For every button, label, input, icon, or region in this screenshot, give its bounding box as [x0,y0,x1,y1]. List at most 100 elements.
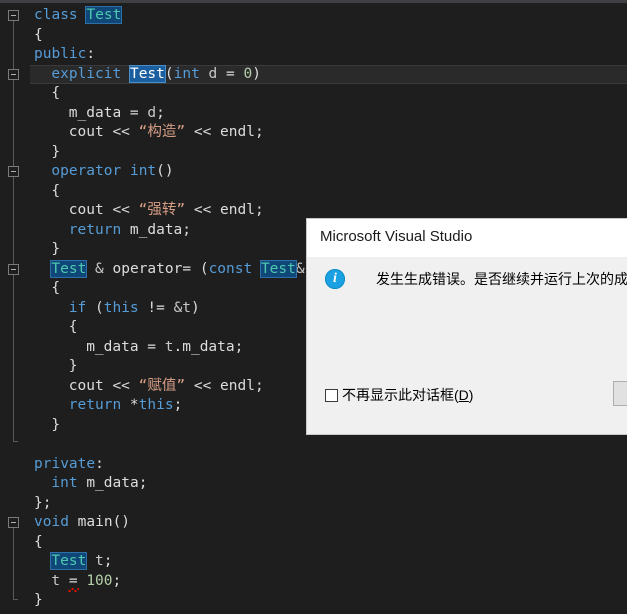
code-line[interactable]: { [30,182,60,202]
code-line[interactable]: } [30,143,60,163]
code-line[interactable]: void main() [30,513,130,533]
dialog-title: Microsoft Visual Studio [320,228,473,245]
code-token: ; [112,572,122,589]
code-line[interactable]: return *this; [30,396,183,416]
do-not-show-again-checkbox[interactable] [325,388,338,402]
code-token: : [95,455,104,472]
code-token: t [164,338,174,355]
code-token: != [138,299,174,316]
code-line[interactable]: } [30,240,60,260]
code-line[interactable]: { [30,84,60,104]
symbol-reference-highlight: Test [85,6,123,24]
code-token: } [34,592,43,608]
code-token: = [68,572,87,589]
code-token: ( [164,65,174,82]
code-token: } [51,143,61,160]
code-token: m_data [86,475,139,491]
symbol-reference-highlight: Test [50,552,88,570]
dialog-yes-button[interactable]: 是(Y) [613,381,627,406]
code-line[interactable]: }; [30,494,51,514]
code-token: << [112,124,139,140]
code-token: ; [234,338,244,355]
code-token: endl [220,202,255,218]
code-token: cout [68,202,113,218]
code-token: endl [220,124,255,140]
code-token: const [208,260,261,277]
collapse-region-toggle[interactable] [8,517,19,528]
code-token: { [51,182,61,199]
code-line[interactable]: return m_data; [30,221,191,241]
code-line[interactable]: operator int() [30,162,173,182]
code-line[interactable]: Test & operator= (const Test& t) [30,259,331,280]
code-token: ; [254,377,264,394]
collapse-region-toggle[interactable] [8,10,19,21]
code-token: private [34,455,96,472]
code-token: explicit [51,65,130,82]
code-token: return [68,397,130,413]
code-token: = [226,65,244,82]
code-line[interactable]: { [30,318,78,338]
code-token: d [147,104,157,121]
code-token: } [51,241,61,257]
code-token: &t [173,299,192,316]
code-token: ; [254,202,264,218]
symbol-reference-highlight: Test [128,64,166,83]
code-line[interactable]: cout << “构造” << endl; [30,123,264,143]
code-structure-guide-end [13,599,18,600]
code-line[interactable]: Test t; [30,552,113,572]
code-line[interactable]: int m_data; [30,474,147,494]
code-token: t [51,572,69,589]
code-line[interactable]: } [30,357,78,377]
code-token: << [112,202,139,218]
code-line[interactable]: } [30,416,60,436]
dialog-message: 发生生成错误。是否继续并运行上次的成功生成? [376,271,627,287]
code-line[interactable]: class Test [30,6,123,26]
code-token: : [86,46,96,62]
code-token: << [112,377,139,394]
code-line[interactable]: if (this != &t) [30,299,200,319]
code-token: & [86,260,113,277]
code-token: * [129,397,139,413]
code-token: class [34,7,87,23]
code-line[interactable] [30,435,34,455]
code-token: 0 [243,65,253,82]
code-line[interactable]: m_data = d; [30,104,165,124]
code-token: { [34,26,43,43]
checkbox-accelerator-key: D [458,387,469,403]
code-token: this [103,299,139,316]
code-token: = [129,104,148,121]
vs-message-dialog[interactable]: Microsoft Visual Studio 发生生成错误。是否继续并运行上次… [307,219,627,434]
code-token: int [173,65,200,82]
code-structure-guide-end [13,441,18,442]
code-token: main [77,514,113,530]
editor-gutter[interactable] [0,3,30,614]
code-token: ; [182,221,192,238]
code-line[interactable]: { [30,279,60,299]
do-not-show-again-label[interactable]: 不再显示此对话框(D) [342,385,473,405]
code-token: ; [254,124,264,140]
code-token: int [51,475,87,491]
code-line[interactable]: { [30,26,43,46]
dialog-titlebar: Microsoft Visual Studio [307,219,627,257]
code-line[interactable]: } [30,591,43,611]
checkbox-label-text: 不再显示此对话框( [342,387,459,403]
code-line[interactable]: public: [30,45,95,65]
code-token: m_data [86,338,148,355]
collapse-region-toggle[interactable] [8,68,19,80]
code-line[interactable]: private: [30,455,104,475]
code-token: ; [138,475,148,491]
code-structure-guide [13,172,14,246]
do-not-show-again-row[interactable]: 不再显示此对话框(D) [325,385,473,405]
code-line[interactable]: { [30,533,43,553]
collapse-region-toggle[interactable] [8,263,19,275]
code-line[interactable]: cout << “赋值” << endl; [30,377,264,397]
collapse-region-toggle[interactable] [8,166,19,177]
code-line[interactable]: explicit Test(int d = 0) [30,64,261,85]
code-token: ; [156,104,165,121]
code-line[interactable]: cout << “强转” << endl; [30,201,264,221]
code-token: } [68,358,78,374]
code-structure-guide [13,74,14,149]
code-line[interactable]: m_data = t.m_data; [30,338,243,358]
code-token: { [51,280,61,296]
code-token: “赋值” [138,377,186,394]
